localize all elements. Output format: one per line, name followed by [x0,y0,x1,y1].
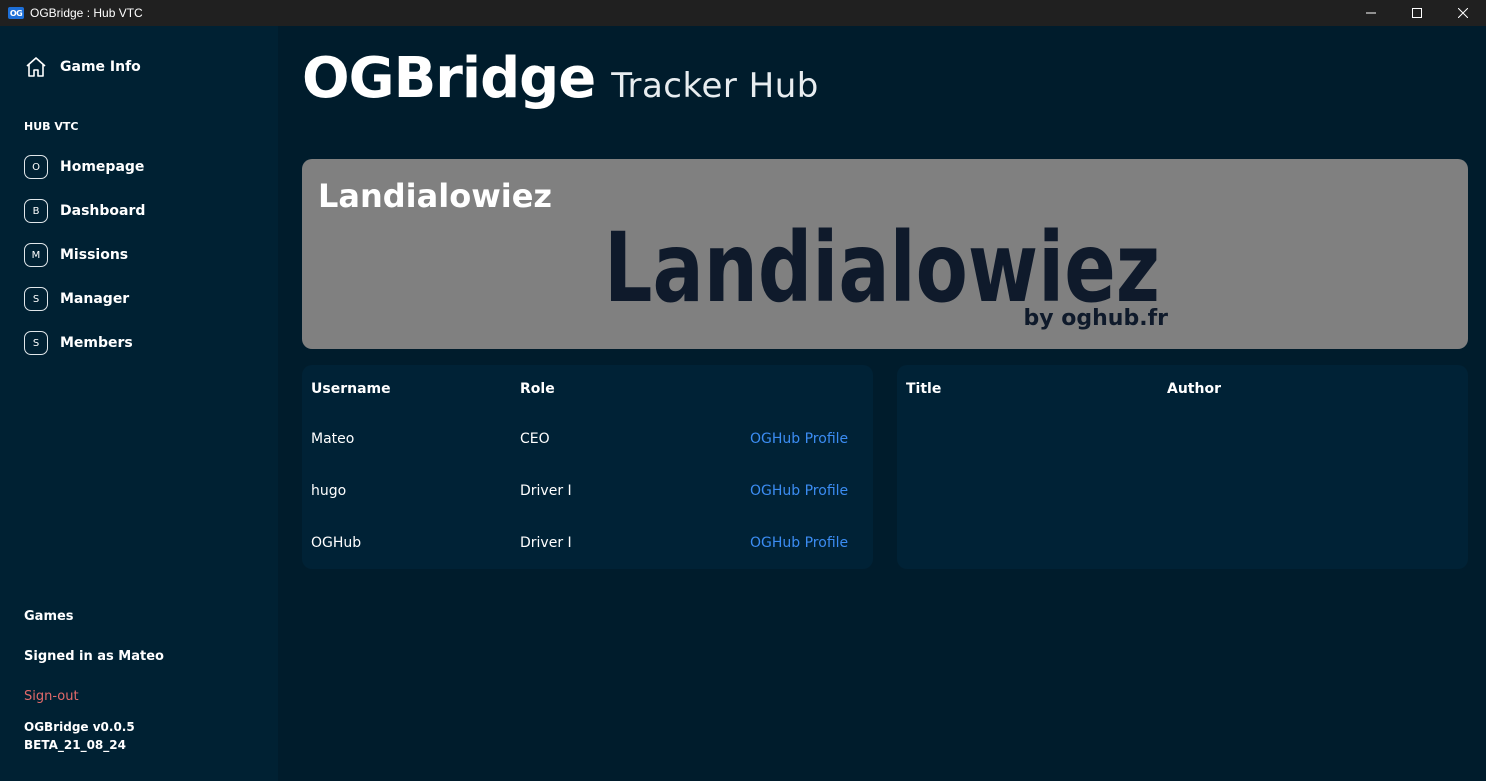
table-header-title: Title [906,381,942,397]
signout-link[interactable]: Sign-out [24,689,79,704]
nav-badge-icon: M [24,243,48,267]
page-header: OGBridge Tracker Hub [302,46,819,111]
brand-subtitle: Tracker Hub [611,66,819,106]
member-username: Mateo [311,431,355,447]
member-role: Driver I [520,535,572,551]
version-number: OGBridge v0.0.5 [24,720,135,734]
sidebar-item-missions[interactable]: M Missions [24,243,128,267]
sidebar: Game Info HUB VTC O Homepage B Dashboard… [0,26,278,781]
vtc-banner: Landialowiez Landialowiez by oghub.fr [302,159,1468,349]
window-controls [1348,0,1486,26]
table-header-author: Author [1167,381,1221,397]
member-role: Driver I [520,483,572,499]
table-header-role: Role [520,381,555,397]
member-role: CEO [520,431,550,447]
vtc-logo-image: Landialowiez by oghub.fr [604,212,1169,331]
close-button[interactable] [1440,0,1486,26]
app-logo-icon: OG [8,7,24,19]
window-title: OGBridge : Hub VTC [30,6,143,20]
sidebar-item-members[interactable]: S Members [24,331,133,355]
ogh-profile-link[interactable]: OGHub Profile [750,431,848,447]
maximize-icon [1412,8,1422,18]
table-header-username: Username [311,381,391,397]
nav-badge-icon: O [24,155,48,179]
sidebar-item-label: Game Info [60,59,141,75]
version-build: BETA_21_08_24 [24,738,126,752]
nav-badge-icon: S [24,331,48,355]
member-username: OGHub [311,535,362,551]
close-icon [1458,8,1468,18]
window-titlebar: OG OGBridge : Hub VTC [0,0,1486,26]
home-icon [26,57,46,77]
maximize-button[interactable] [1394,0,1440,26]
sidebar-item-game-info[interactable]: Game Info [24,55,141,79]
sidebar-item-label: Manager [60,291,130,307]
sidebar-item-manager[interactable]: S Manager [24,287,129,311]
member-username: hugo [311,483,347,499]
nav-badge-icon: S [24,287,48,311]
minimize-icon [1366,12,1376,14]
games-link[interactable]: Games [24,609,74,624]
main-content: OGBridge Tracker Hub Landialowiez Landia… [278,26,1486,781]
nav-badge-icon: B [24,199,48,223]
members-table: Username Role Mateo CEO OGHub Profile hu… [302,365,873,569]
signed-in-status: Signed in as Mateo [24,649,164,664]
ogh-profile-link[interactable]: OGHub Profile [750,535,848,551]
sidebar-item-homepage[interactable]: O Homepage [24,155,144,179]
sidebar-item-label: Homepage [60,159,145,175]
sidebar-item-label: Dashboard [60,203,146,219]
vtc-name: Landialowiez [318,177,553,215]
sidebar-item-label: Missions [60,247,129,263]
brand-title: OGBridge [302,46,596,111]
sidebar-item-label: Members [60,335,133,351]
ogh-profile-link[interactable]: OGHub Profile [750,483,848,499]
minimize-button[interactable] [1348,0,1394,26]
version-info: OGBridge v0.0.5 BETA_21_08_24 [24,718,135,754]
posts-table: Title Author [897,365,1468,569]
vtc-logo-byline: by oghub.fr [1024,306,1169,331]
sidebar-item-dashboard[interactable]: B Dashboard [24,199,145,223]
sidebar-section-label: HUB VTC [24,120,79,133]
